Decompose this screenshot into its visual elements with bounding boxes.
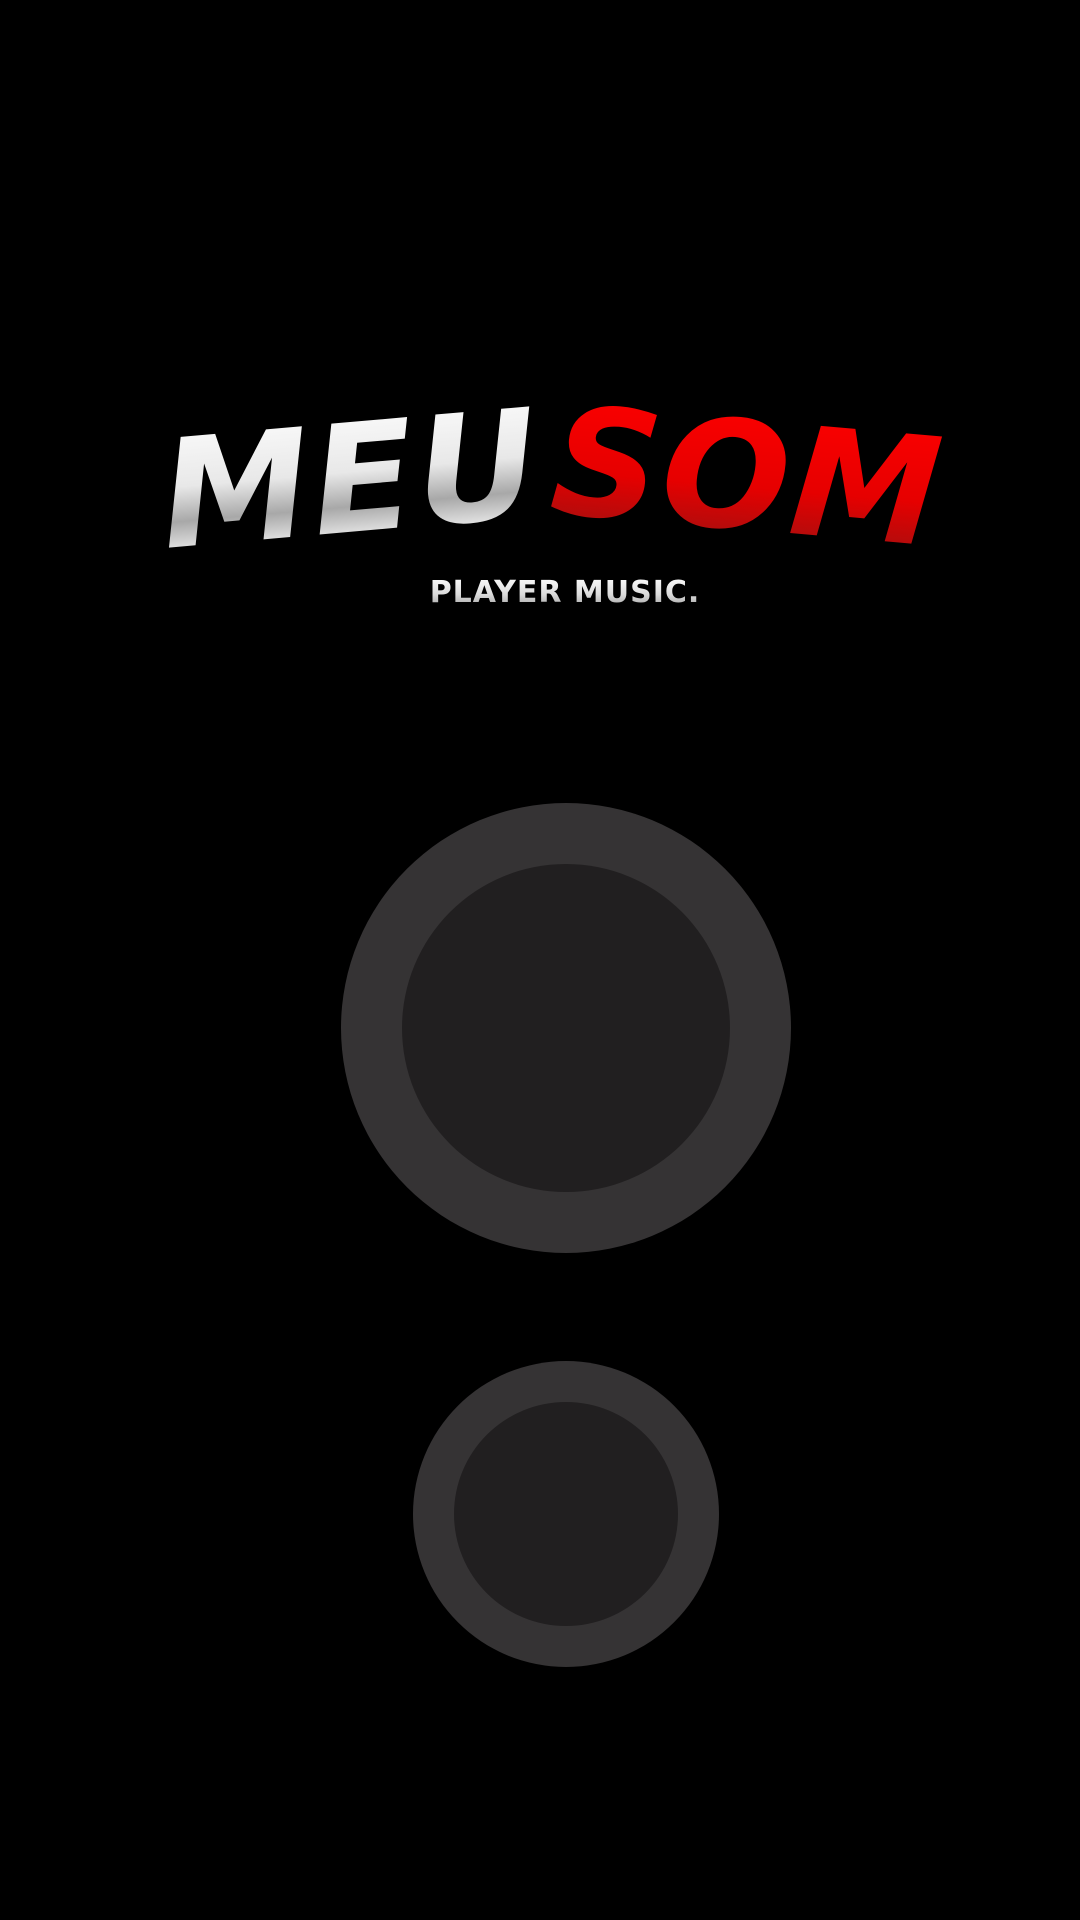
secondary-control-button[interactable] <box>413 1361 719 1667</box>
secondary-control-button-center <box>454 1402 678 1626</box>
logo-word-som: SOM <box>545 374 950 581</box>
logo-wordmark: MEU SOM <box>154 374 950 583</box>
app-logo: MEU SOM PLAYER MUSIC. <box>154 374 950 610</box>
primary-play-button-center <box>402 864 730 1192</box>
logo-word-meu: MEU <box>154 377 547 583</box>
app-tagline: PLAYER MUSIC. <box>430 575 701 610</box>
primary-play-button[interactable] <box>341 803 791 1253</box>
